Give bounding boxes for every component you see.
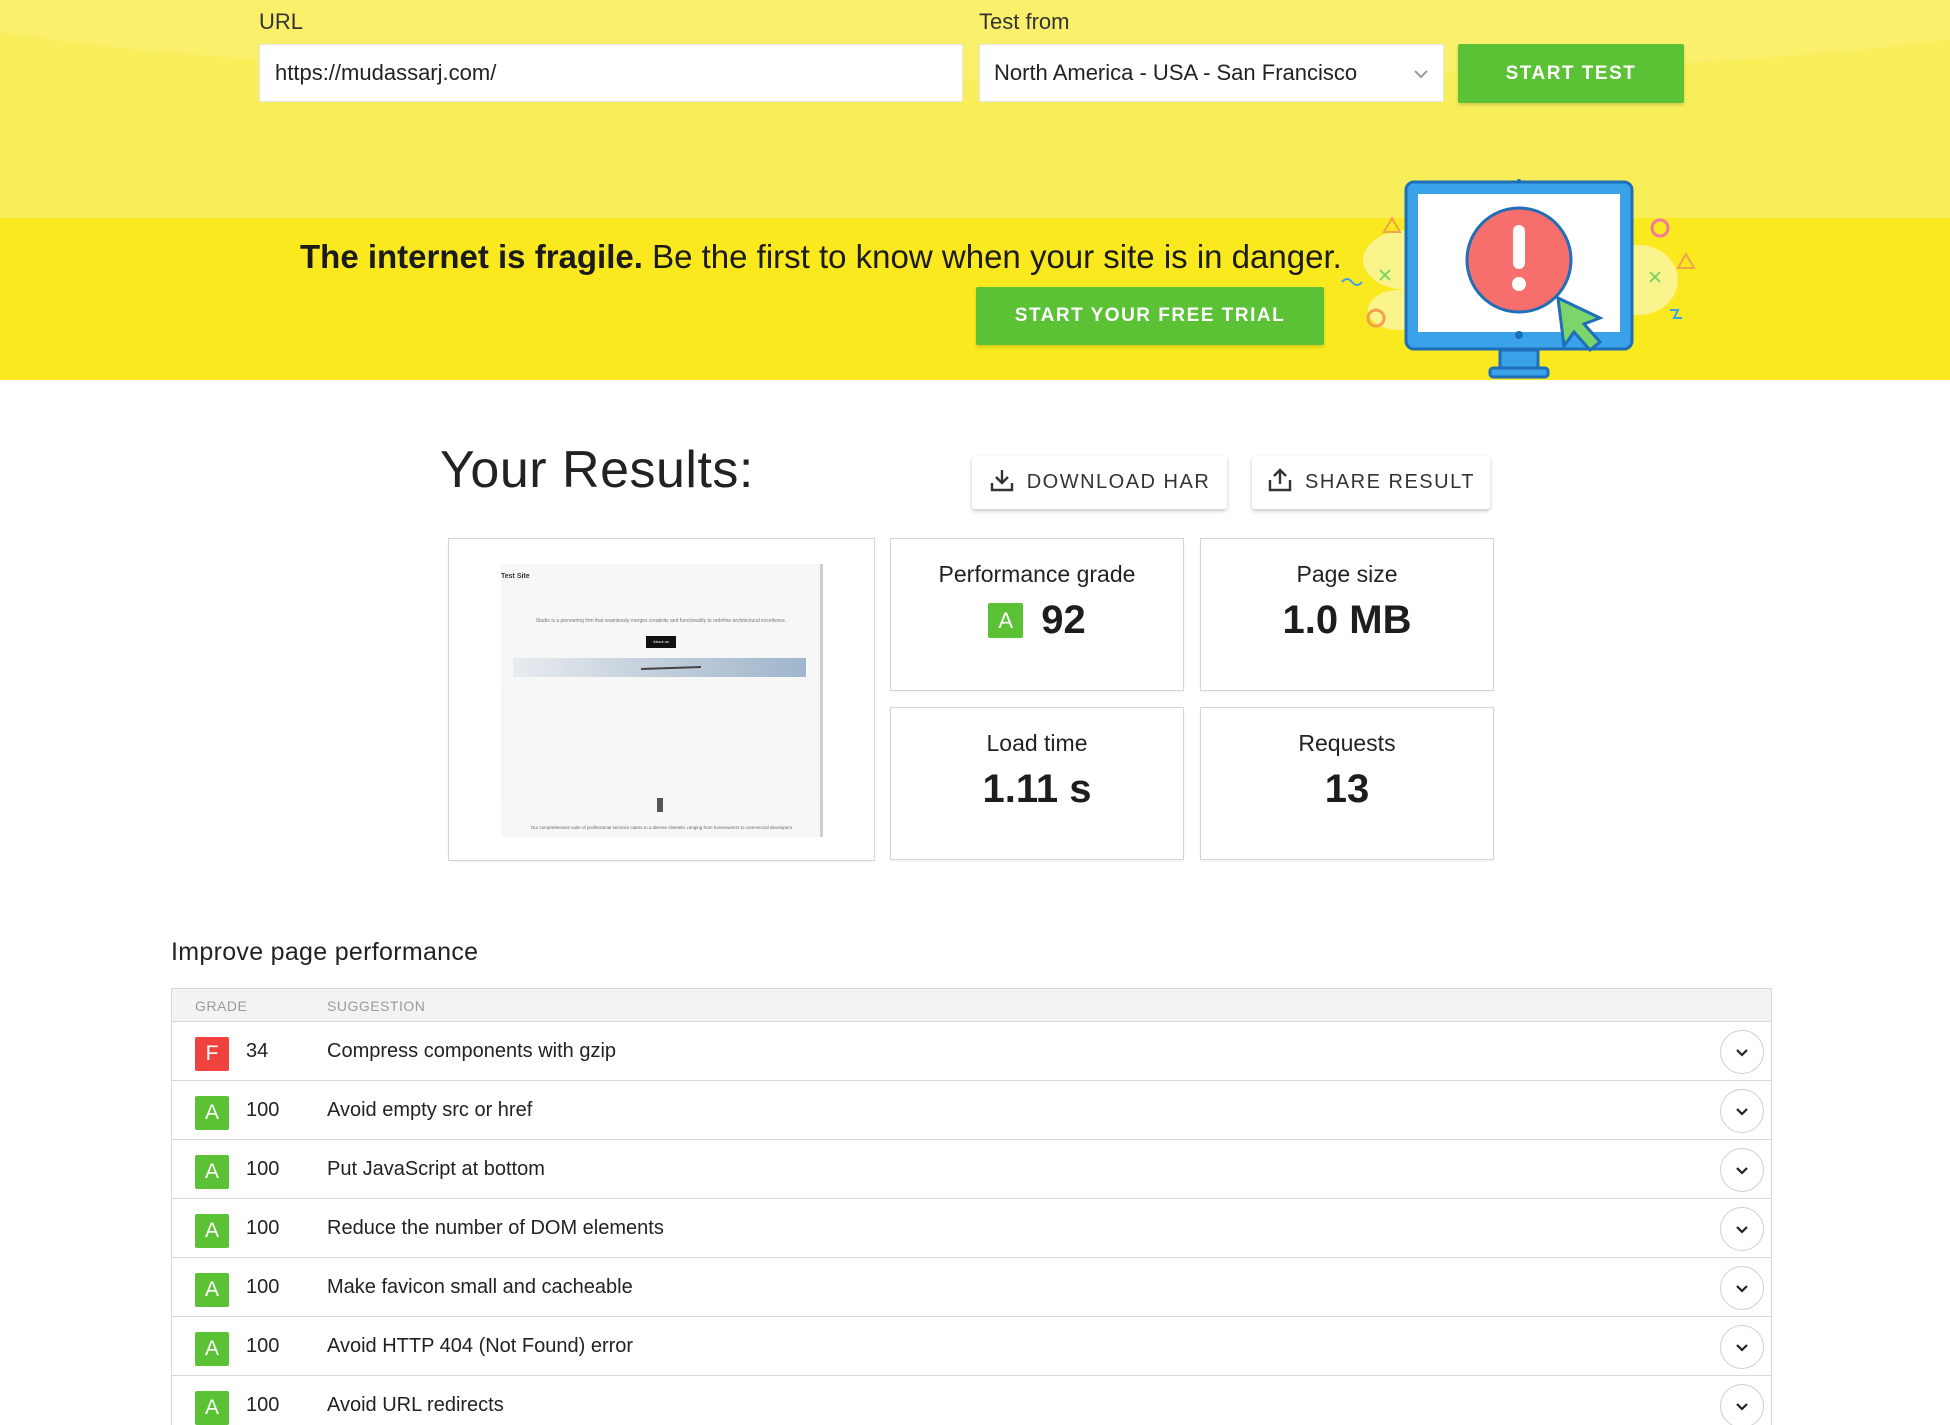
promo-headline-rest: Be the first to know when your site is i… xyxy=(642,238,1342,275)
page-size-card: Page size 1.0 MB xyxy=(1200,538,1494,691)
table-row[interactable]: A 100 Make favicon small and cacheable xyxy=(172,1258,1771,1317)
results-title: Your Results: xyxy=(440,441,754,499)
chevron-down-icon xyxy=(1736,1284,1748,1293)
page-screenshot: Test Site Studio is a pioneering firm th… xyxy=(501,564,823,837)
url-input[interactable] xyxy=(259,44,963,102)
promo-headline: The internet is fragile. Be the first to… xyxy=(300,238,1342,276)
chevron-down-icon xyxy=(1736,1343,1748,1352)
grade-badge: A xyxy=(195,1332,229,1366)
improve-section-title: Improve page performance xyxy=(171,938,479,966)
promo-headline-bold: The internet is fragile. xyxy=(300,238,643,275)
suggestion-text: Avoid HTTP 404 (Not Found) error xyxy=(327,1335,634,1357)
suggestion-text: Make favicon small and cacheable xyxy=(327,1276,633,1298)
grade-score: 100 xyxy=(246,1276,280,1298)
test-from-label: Test from xyxy=(979,9,1070,34)
chevron-down-icon xyxy=(1736,1225,1748,1234)
share-icon xyxy=(1267,467,1293,499)
table-body: F 34 Compress components with gzip A 100 Avoi… xyxy=(172,1022,1771,1425)
free-trial-button[interactable]: START YOUR FREE TRIAL xyxy=(976,287,1324,345)
test-location-select[interactable]: North America - USA - San Francisco xyxy=(979,44,1444,102)
table-row[interactable]: A 100 Avoid URL redirects xyxy=(172,1376,1771,1425)
grade-score: 100 xyxy=(246,1158,280,1180)
grade-badge: A xyxy=(195,1214,229,1248)
screenshot-about-button: About us xyxy=(646,636,676,648)
chevron-down-icon xyxy=(1413,63,1429,84)
page-screenshot-card: Test Site Studio is a pioneering firm th… xyxy=(448,538,875,861)
grade-badge: A xyxy=(195,1273,229,1307)
download-har-button[interactable]: DOWNLOAD HAR xyxy=(972,456,1227,509)
test-location-value: North America - USA - San Francisco xyxy=(994,60,1358,85)
table-row[interactable]: A 100 Avoid empty src or href xyxy=(172,1081,1771,1140)
chevron-down-icon xyxy=(1736,1402,1748,1411)
expand-row-button[interactable] xyxy=(1720,1266,1764,1310)
performance-grade-value-row: A 92 xyxy=(891,598,1183,643)
performance-grade-badge: A xyxy=(988,603,1024,638)
column-header-suggestion: SUGGESTION xyxy=(327,998,426,1014)
download-icon xyxy=(989,467,1015,499)
table-row[interactable]: A 100 Put JavaScript at bottom xyxy=(172,1140,1771,1199)
column-header-grade: GRADE xyxy=(195,998,248,1014)
table-row[interactable]: F 34 Compress components with gzip xyxy=(172,1022,1771,1081)
share-result-label: SHARE RESULT xyxy=(1305,471,1475,493)
requests-label: Requests xyxy=(1298,730,1396,756)
requests-value: 13 xyxy=(1324,767,1370,811)
expand-row-button[interactable] xyxy=(1720,1030,1764,1074)
grade-score: 100 xyxy=(246,1394,280,1416)
grade-badge: F xyxy=(195,1037,229,1071)
page-size-value: 1.0 MB xyxy=(1282,598,1412,642)
expand-row-button[interactable] xyxy=(1720,1384,1764,1425)
suggestion-text: Put JavaScript at bottom xyxy=(327,1158,545,1180)
monitor-alert-illustration xyxy=(1341,179,1696,379)
screenshot-description: Studio is a pioneering firm that seamles… xyxy=(535,618,787,624)
download-har-label: DOWNLOAD HAR xyxy=(1026,471,1211,493)
suggestion-text: Avoid URL redirects xyxy=(327,1394,504,1416)
grade-badge: A xyxy=(195,1096,229,1130)
suggestions-table: GRADE SUGGESTION F 34 Compress components … xyxy=(171,988,1772,1425)
chevron-down-icon xyxy=(1736,1048,1748,1057)
grade-badge: A xyxy=(195,1155,229,1189)
grade-score: 34 xyxy=(246,1040,269,1062)
screenshot-marker xyxy=(657,798,663,812)
performance-grade-label: Performance grade xyxy=(938,561,1136,587)
table-header: GRADE SUGGESTION xyxy=(172,989,1771,1022)
suggestion-text: Avoid empty src or href xyxy=(327,1099,533,1121)
performance-grade-value: 92 xyxy=(1041,598,1086,642)
screenshot-blank-area xyxy=(501,682,820,800)
chevron-down-icon xyxy=(1736,1166,1748,1175)
table-row[interactable]: A 100 Avoid HTTP 404 (Not Found) error xyxy=(172,1317,1771,1376)
grade-score: 100 xyxy=(246,1099,280,1121)
load-time-label: Load time xyxy=(986,730,1088,756)
start-test-button[interactable]: START TEST xyxy=(1458,44,1684,103)
url-label: URL xyxy=(259,9,304,34)
expand-row-button[interactable] xyxy=(1720,1148,1764,1192)
grade-score: 100 xyxy=(246,1335,280,1357)
table-row[interactable]: A 100 Reduce the number of DOM elements xyxy=(172,1199,1771,1258)
load-time-card: Load time 1.11 s xyxy=(890,707,1184,860)
screenshot-footer-text: Our comprehensive suite of professional … xyxy=(530,825,794,830)
expand-row-button[interactable] xyxy=(1720,1089,1764,1133)
screenshot-site-title: Test Site xyxy=(501,573,530,580)
chevron-down-icon xyxy=(1736,1107,1748,1116)
requests-card: Requests 13 xyxy=(1200,707,1494,860)
load-time-value: 1.11 s xyxy=(982,767,1092,811)
expand-row-button[interactable] xyxy=(1720,1325,1764,1369)
expand-row-button[interactable] xyxy=(1720,1207,1764,1251)
suggestion-text: Reduce the number of DOM elements xyxy=(327,1217,664,1239)
grade-badge: A xyxy=(195,1391,229,1425)
performance-grade-card: Performance grade A 92 xyxy=(890,538,1184,691)
suggestion-text: Compress components with gzip xyxy=(327,1040,617,1062)
page-size-label: Page size xyxy=(1296,561,1398,587)
share-result-button[interactable]: SHARE RESULT xyxy=(1252,456,1490,509)
grade-score: 100 xyxy=(246,1217,280,1239)
